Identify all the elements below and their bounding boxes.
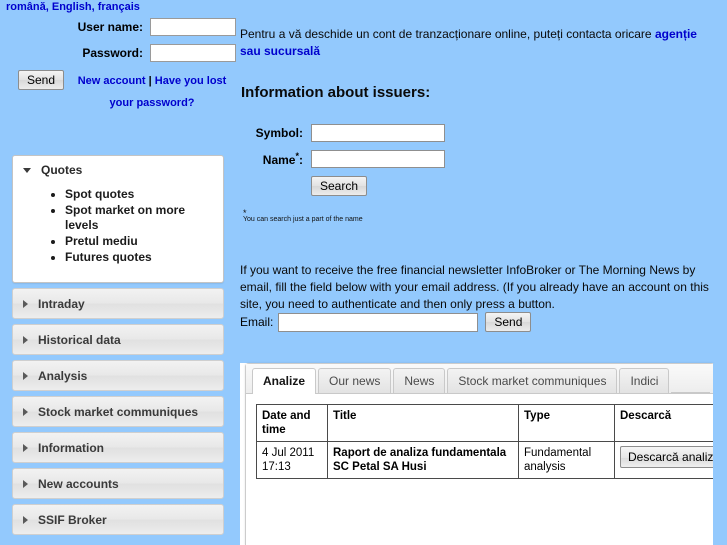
table-head: Date and time Title Type Descarcă xyxy=(256,404,727,442)
login-send-button[interactable]: Send xyxy=(18,70,65,90)
search-button[interactable]: Search xyxy=(311,176,368,196)
footnote-text: You can search just a part of the name xyxy=(243,216,363,223)
password-input[interactable] xyxy=(150,44,236,62)
password-row: Password: xyxy=(0,44,236,62)
tab-strip: Analize Our news News Stock market commu… xyxy=(246,364,714,394)
sidebar-item-label: Historical data xyxy=(38,333,121,347)
tab-our-news[interactable]: Our news xyxy=(318,368,392,393)
symbol-row: Symbol: xyxy=(240,124,500,142)
language-link-francais[interactable]: français xyxy=(98,1,140,13)
chevron-right-icon xyxy=(23,336,28,344)
password-label: Password: xyxy=(82,46,143,60)
main-content: Pentru a vă deschide un cont de tranzacț… xyxy=(240,0,727,545)
tab-stock-market-communiques[interactable]: Stock market communiques xyxy=(447,368,618,393)
sidebar-accordion: Quotes Spot quotes Spot market on more l… xyxy=(12,155,224,540)
page-root: română, English, français User name: Pas… xyxy=(0,0,727,545)
intro-text: Pentru a vă deschide un cont de tranzacț… xyxy=(240,27,655,41)
name-label-text: Name xyxy=(262,153,296,167)
sidebar-item-analysis[interactable]: Analysis xyxy=(12,360,224,391)
newsletter-send-button[interactable]: Send xyxy=(485,312,532,332)
cell-title: Raport de analiza fundamentala SC Petal … xyxy=(327,441,519,479)
username-input[interactable] xyxy=(150,18,236,36)
tab-indici[interactable]: Indici xyxy=(619,368,670,393)
table-body: 4 Jul 2011 17:13 Raport de analiza funda… xyxy=(256,441,727,479)
chevron-down-icon xyxy=(23,167,31,173)
sidebar-item-stock-market-communiques[interactable]: Stock market communiques xyxy=(12,396,224,427)
table-row: 4 Jul 2011 17:13 Raport de analiza funda… xyxy=(256,441,727,479)
table-header-row: Date and time Title Type Descarcă xyxy=(256,404,727,442)
sidebar-item-label: Spot market on more levels xyxy=(65,203,186,232)
sidebar-item-information[interactable]: Information xyxy=(12,432,224,463)
sidebar-item-intraday[interactable]: Intraday xyxy=(12,288,224,319)
chevron-right-icon xyxy=(23,444,28,452)
username-label: User name: xyxy=(77,20,143,34)
sidebar-item-label: SSIF Broker xyxy=(38,513,107,527)
chevron-right-icon xyxy=(23,480,28,488)
intro-paragraph: Pentru a vă deschide un cont de tranzacț… xyxy=(240,26,718,60)
column-header-download: Descarcă xyxy=(614,404,727,442)
sidebar-item-label: Analysis xyxy=(38,369,88,383)
search-button-row: Search xyxy=(311,176,500,196)
login-actions: Send New account | Have you lost your pa… xyxy=(18,70,236,114)
list-item[interactable]: Spot quotes xyxy=(65,187,217,202)
sidebar-quotes-list: Spot quotes Spot market on more levels P… xyxy=(19,187,217,265)
sidebar-item-new-accounts[interactable]: New accounts xyxy=(12,468,224,499)
symbol-input[interactable] xyxy=(311,124,445,142)
tab-news[interactable]: News xyxy=(393,368,446,393)
sidebar-item-label: Information xyxy=(38,441,104,455)
analysis-table: Date and time Title Type Descarcă 4 Jul … xyxy=(256,404,727,479)
newsletter-email-row: Email: Send xyxy=(240,312,532,332)
username-row: User name: xyxy=(0,18,236,36)
language-link-romana[interactable]: română xyxy=(6,1,46,13)
newsletter-paragraph: If you want to receive the free financia… xyxy=(240,263,709,311)
chevron-right-icon xyxy=(23,300,28,308)
list-item[interactable]: Futures quotes xyxy=(65,250,217,265)
link-separator: | xyxy=(148,75,152,87)
sidebar-item-historical-data[interactable]: Historical data xyxy=(12,324,224,355)
new-account-link[interactable]: New account xyxy=(78,75,146,87)
sidebar-item-label: Intraday xyxy=(38,297,85,311)
list-item[interactable]: Pretul mediu xyxy=(65,234,217,249)
cell-download: Descarcă analiza xyxy=(614,441,727,479)
language-switcher: română, English, français xyxy=(6,1,140,13)
list-item[interactable]: Spot market on more levels xyxy=(65,203,217,233)
sidebar-panel-quotes: Quotes Spot quotes Spot market on more l… xyxy=(12,155,224,283)
issuer-search-form: Symbol: Name*: Search xyxy=(240,124,500,196)
cell-datetime: 4 Jul 2011 17:13 xyxy=(256,441,328,479)
sidebar-panel-quotes-header[interactable]: Quotes xyxy=(13,156,223,183)
tab-analize[interactable]: Analize xyxy=(252,368,317,394)
column-header-type: Type xyxy=(518,404,615,442)
sidebar-panel-quotes-title: Quotes xyxy=(41,163,83,177)
chevron-right-icon xyxy=(23,408,28,416)
language-link-english[interactable]: English xyxy=(52,1,92,13)
column-header-title: Title xyxy=(327,404,519,442)
chevron-right-icon xyxy=(23,372,28,380)
email-label: Email: xyxy=(240,315,274,329)
search-footnote: * You can search just a part of the name xyxy=(243,209,363,224)
name-input[interactable] xyxy=(311,150,445,168)
login-form: User name: Password: Send New account | … xyxy=(0,18,236,114)
sidebar-item-label: Futures quotes xyxy=(65,250,152,264)
name-row: Name*: xyxy=(240,150,500,168)
name-label-colon: : xyxy=(299,153,303,167)
sidebar-item-label: Spot quotes xyxy=(65,187,135,201)
sidebar-item-label: Pretul mediu xyxy=(65,234,138,248)
tab-strip-filler xyxy=(671,367,710,393)
sidebar-item-label: Stock market communiques xyxy=(38,405,199,419)
tab-content-analize: Date and time Title Type Descarcă 4 Jul … xyxy=(246,394,727,487)
tab-panel: Analize Our news News Stock market commu… xyxy=(245,363,727,545)
right-edge-strip xyxy=(713,363,727,545)
email-field[interactable] xyxy=(278,312,479,332)
page-title: Information about issuers: xyxy=(241,84,431,101)
download-analysis-button[interactable]: Descarcă analiza xyxy=(620,446,727,468)
chevron-right-icon xyxy=(23,516,28,524)
column-header-date: Date and time xyxy=(256,404,328,442)
sidebar-panel-quotes-body: Spot quotes Spot market on more levels P… xyxy=(13,183,223,282)
name-label: Name*: xyxy=(240,151,303,167)
symbol-label: Symbol: xyxy=(255,126,303,140)
sidebar-item-ssif-broker[interactable]: SSIF Broker xyxy=(12,504,224,535)
sidebar-item-label: New accounts xyxy=(38,477,119,491)
login-links: New account | Have you lost your passwor… xyxy=(72,70,232,114)
cell-type: Fundamental analysis xyxy=(518,441,615,479)
